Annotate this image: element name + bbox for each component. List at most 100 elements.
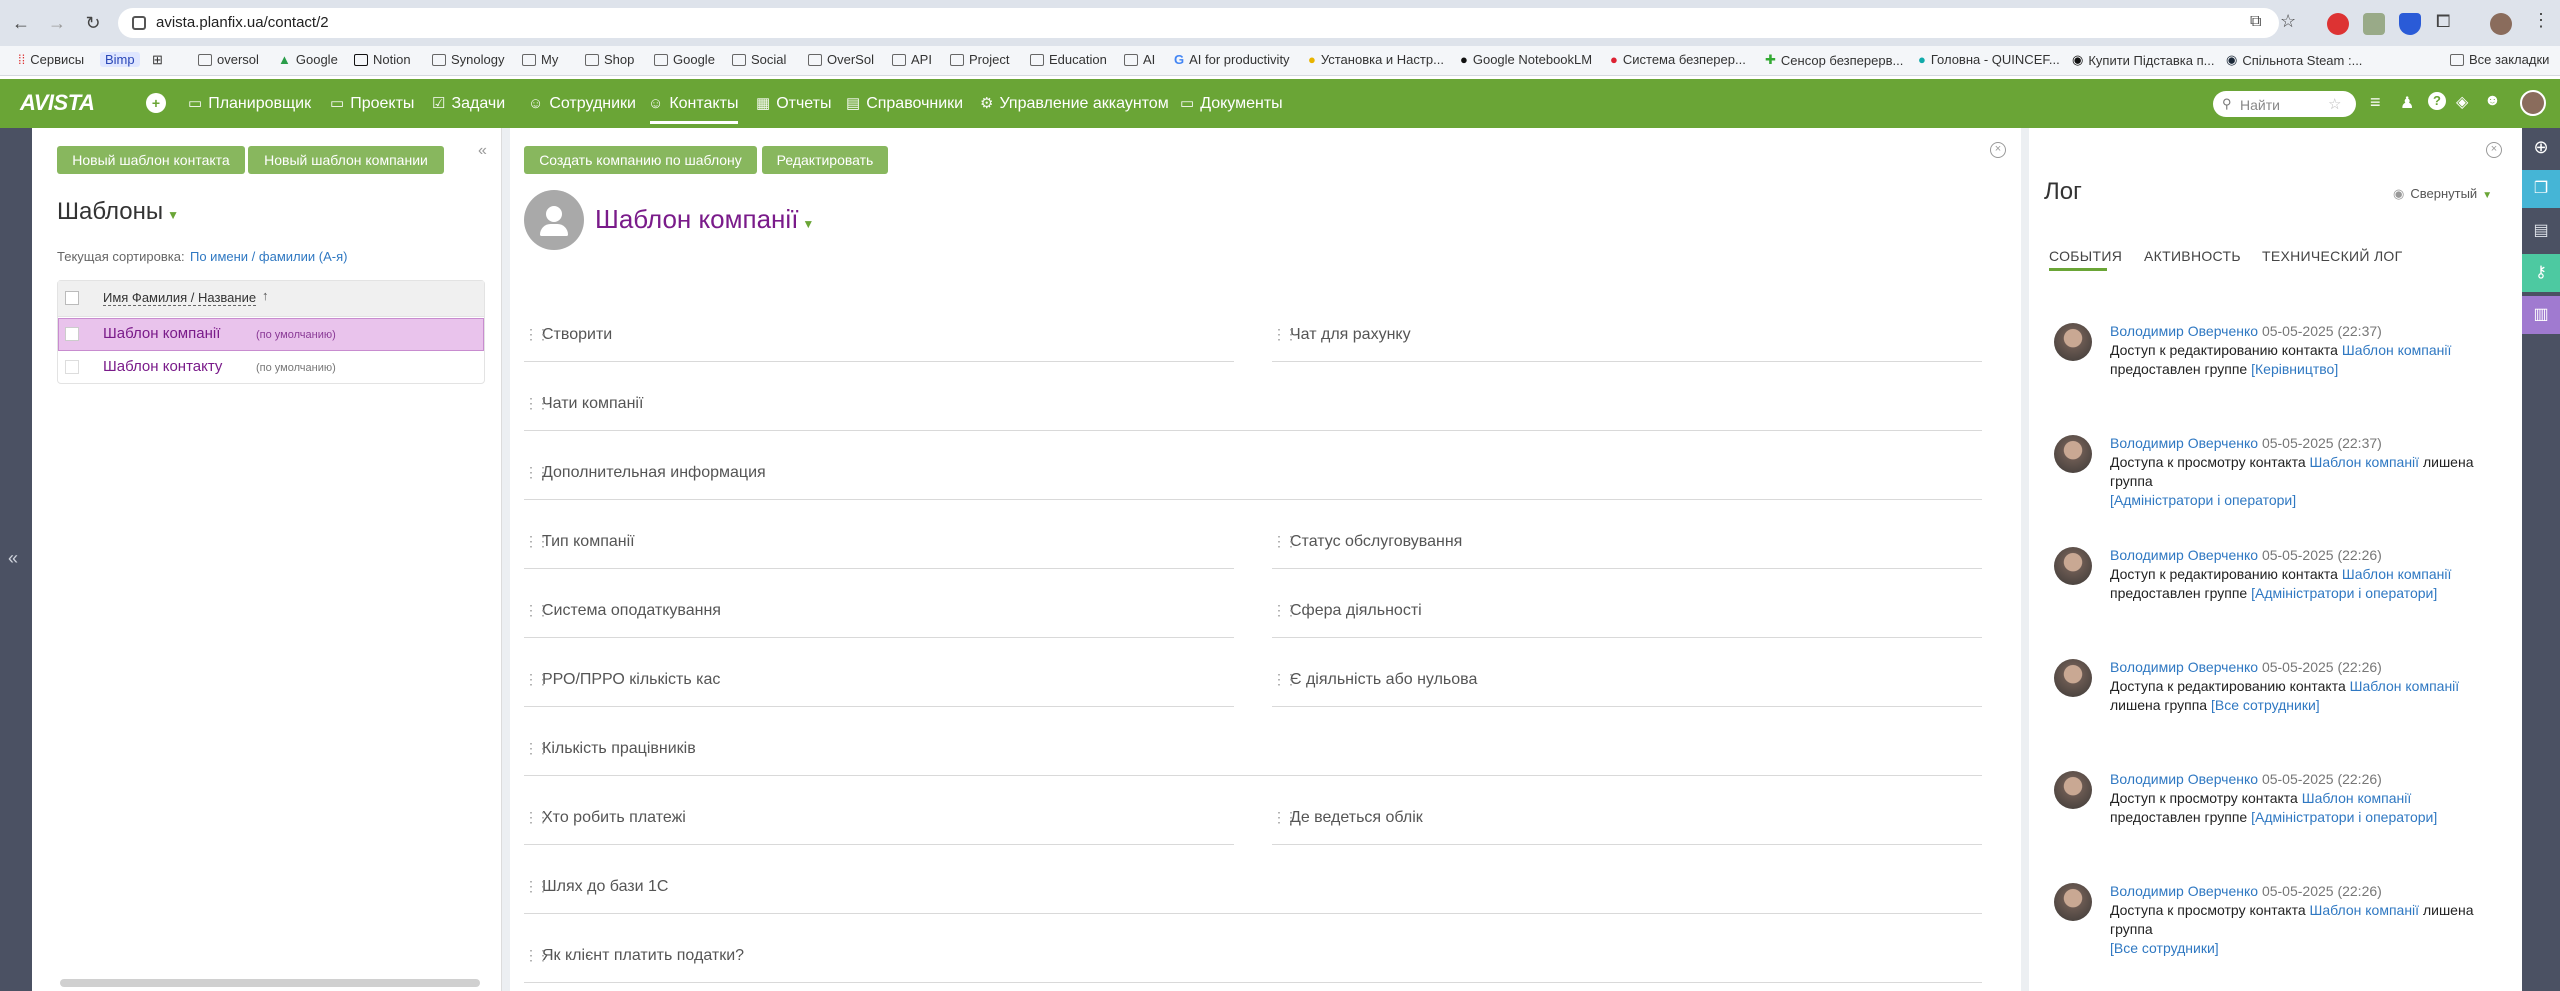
close-icon[interactable]: × bbox=[1990, 142, 2006, 158]
browser-menu-icon[interactable]: ⋮ bbox=[2532, 10, 2550, 31]
tab-events[interactable]: СОБЫТИЯ bbox=[2049, 248, 2122, 264]
add-icon[interactable]: + bbox=[146, 93, 166, 113]
author-link[interactable]: Володимир Оверченко bbox=[2110, 659, 2258, 675]
expand-left-icon[interactable]: « bbox=[8, 548, 18, 569]
drag-handle-icon[interactable]: ⋮⋮ bbox=[524, 947, 550, 964]
group-link[interactable]: [Все сотрудники] bbox=[2110, 940, 2219, 956]
new-contact-template-button[interactable]: Новый шаблон контакта bbox=[57, 146, 245, 174]
nav-projects[interactable]: ▭ Проекты bbox=[330, 79, 414, 128]
drag-handle-icon[interactable]: ⋮⋮ bbox=[524, 671, 550, 688]
bookmark-notion[interactable]: Notion bbox=[354, 52, 411, 67]
bookmark-oversol[interactable]: oversol bbox=[198, 52, 259, 67]
field-cash-registers[interactable]: ⋮⋮ РРО/ПРРО кількість кас bbox=[524, 671, 1234, 707]
bookmark-services[interactable]: ⁞⁞ Сервисы bbox=[18, 52, 84, 67]
avatar[interactable] bbox=[2054, 547, 2092, 585]
templates-title[interactable]: Шаблоны ▼ bbox=[57, 198, 179, 226]
panel-divider[interactable] bbox=[2021, 128, 2029, 991]
nav-reports[interactable]: ▦ Отчеты bbox=[756, 79, 832, 128]
close-log-icon[interactable]: × bbox=[2486, 142, 2502, 158]
bookmark-notebooklm[interactable]: ● Google NotebookLM bbox=[1460, 52, 1592, 67]
bookmark-sensor[interactable]: ✚ Сенсор безперерв... bbox=[1765, 52, 1903, 68]
row-name[interactable]: Шаблон компанії bbox=[103, 325, 220, 342]
drag-handle-icon[interactable]: ⋮⋮ bbox=[524, 464, 550, 481]
field-company-type[interactable]: ⋮⋮ Тип компанії bbox=[524, 533, 1234, 569]
help-icon[interactable]: ? bbox=[2428, 92, 2446, 110]
field-activity-sphere[interactable]: ⋮⋮ Сфера діяльності bbox=[1272, 602, 1982, 638]
logo[interactable]: AVISTA bbox=[20, 90, 95, 116]
field-accounting-location[interactable]: ⋮⋮ Де ведеться облік bbox=[1272, 809, 1982, 845]
drag-handle-icon[interactable]: ⋮⋮ bbox=[524, 533, 550, 550]
edit-button[interactable]: Редактировать bbox=[762, 146, 888, 174]
nav-tasks[interactable]: ☑ Задачи bbox=[432, 79, 505, 128]
column-header-name[interactable]: Имя Фамилия / Название bbox=[103, 290, 257, 306]
bookmark-steam[interactable]: ◉ Спільнота Steam :... bbox=[2226, 52, 2362, 68]
pin-panel-icon[interactable]: ⊕ bbox=[2522, 128, 2560, 166]
nav-account-management[interactable]: ⚙ Управление аккаунтом bbox=[980, 79, 1169, 128]
group-link[interactable]: [Адміністратори і оператори] bbox=[2110, 492, 2296, 508]
search-star-icon[interactable]: ☆ bbox=[2328, 95, 2341, 113]
menu-icon[interactable]: ≡ bbox=[2370, 92, 2381, 113]
bookmark-folder-synology[interactable]: Synology bbox=[432, 52, 504, 67]
bookmark-bimp[interactable]: Bimp bbox=[100, 52, 140, 67]
group-link[interactable]: [Все сотрудники] bbox=[2211, 697, 2320, 713]
drag-handle-icon[interactable]: ⋮⋮ bbox=[524, 395, 550, 412]
bookmark-folder-ai[interactable]: AI bbox=[1124, 52, 1155, 67]
extension-icon[interactable] bbox=[2363, 13, 2385, 35]
author-link[interactable]: Володимир Оверченко bbox=[2110, 771, 2258, 787]
copy-icon[interactable]: ❐ bbox=[2522, 170, 2560, 208]
row-checkbox[interactable] bbox=[65, 327, 79, 341]
nav-planner[interactable]: ▭ Планировщик bbox=[188, 79, 311, 128]
address-bar[interactable] bbox=[118, 8, 2279, 38]
forward-icon[interactable]: → bbox=[44, 10, 70, 36]
field-service-status[interactable]: ⋮⋮ Статус обслуговування bbox=[1272, 533, 1982, 569]
cast-icon[interactable]: ⧉ bbox=[2250, 13, 2261, 31]
row-checkbox[interactable] bbox=[65, 360, 79, 374]
nav-employees[interactable]: ☺ Сотрудники bbox=[528, 79, 636, 128]
shield-extension-icon[interactable] bbox=[2399, 13, 2421, 35]
contact-link[interactable]: Шаблон компанії bbox=[2342, 342, 2452, 358]
field-invoice-chat[interactable]: ⋮⋮ Чат для рахунку bbox=[1272, 326, 1982, 362]
contact-link[interactable]: Шаблон компанії bbox=[2310, 902, 2420, 918]
bookmark-google-drive[interactable]: ▲ Google bbox=[278, 52, 338, 67]
drag-handle-icon[interactable]: ⋮⋮ bbox=[1272, 671, 1298, 688]
horizontal-scrollbar[interactable] bbox=[60, 979, 480, 987]
select-all-checkbox[interactable] bbox=[65, 291, 79, 305]
tab-technical-log[interactable]: ТЕХНИЧЕСКИЙ ЛОГ bbox=[2262, 248, 2403, 264]
drag-handle-icon[interactable]: ⋮⋮ bbox=[524, 878, 550, 895]
bell-icon[interactable]: ♟ bbox=[2400, 93, 2414, 113]
author-link[interactable]: Володимир Оверченко bbox=[2110, 323, 2258, 339]
panel-divider[interactable] bbox=[502, 128, 510, 991]
bookmark-system[interactable]: ● Система безперер... bbox=[1610, 52, 1746, 67]
drag-handle-icon[interactable]: ⋮⋮ bbox=[524, 740, 550, 757]
field-activity-or-zero[interactable]: ⋮⋮ Є діяльність або нульова bbox=[1272, 671, 1982, 707]
drag-handle-icon[interactable]: ⋮⋮ bbox=[524, 326, 550, 343]
avatar[interactable] bbox=[2054, 659, 2092, 697]
field-create[interactable]: ⋮⋮ Створити bbox=[524, 326, 1234, 362]
field-tax-system[interactable]: ⋮⋮ Система оподаткування bbox=[524, 602, 1234, 638]
drag-handle-icon[interactable]: ⋮⋮ bbox=[524, 809, 550, 826]
contact-link[interactable]: Шаблон компанії bbox=[2310, 454, 2420, 470]
back-icon[interactable]: ← bbox=[8, 10, 34, 36]
drag-handle-icon[interactable]: ⋮⋮ bbox=[1272, 809, 1298, 826]
field-company-chats[interactable]: ⋮⋮ Чати компанії bbox=[524, 395, 1982, 431]
clipboard-icon[interactable]: ▤ bbox=[2522, 212, 2560, 250]
sort-value-link[interactable]: По имени / фамилии (А-я) bbox=[190, 249, 347, 264]
field-who-pays[interactable]: ⋮⋮ Хто робить платежі bbox=[524, 809, 1234, 845]
bookmark-install[interactable]: ● Установка и Настр... bbox=[1308, 52, 1444, 67]
user-avatar[interactable] bbox=[2520, 90, 2546, 116]
drag-handle-icon[interactable]: ⋮⋮ bbox=[1272, 533, 1298, 550]
contact-link[interactable]: Шаблон компанії bbox=[2342, 566, 2452, 582]
author-link[interactable]: Володимир Оверченко bbox=[2110, 883, 2258, 899]
field-1c-path[interactable]: ⋮⋮ Шлях до бази 1С bbox=[524, 878, 1982, 914]
drag-handle-icon[interactable]: ⋮⋮ bbox=[524, 602, 550, 619]
field-additional-info[interactable]: ⋮⋮ Дополнительная информация bbox=[524, 464, 1982, 500]
analytics-icon[interactable]: ▥ bbox=[2522, 296, 2560, 334]
group-link[interactable]: [Адміністратори і оператори] bbox=[2251, 809, 2437, 825]
bookmark-folder-shop[interactable]: Shop bbox=[585, 52, 634, 67]
bookmark-ai-productivity[interactable]: G AI for productivity bbox=[1174, 52, 1290, 67]
bookmark-quincef[interactable]: ● Головна - QUINCEF... bbox=[1918, 52, 2060, 67]
contact-link[interactable]: Шаблон компанії bbox=[2302, 790, 2412, 806]
group-link[interactable]: [Адміністратори і оператори] bbox=[2251, 585, 2437, 601]
key-icon[interactable]: ⚷ bbox=[2522, 254, 2560, 292]
field-employee-count[interactable]: ⋮⋮ Кількість працівників bbox=[524, 740, 1982, 776]
